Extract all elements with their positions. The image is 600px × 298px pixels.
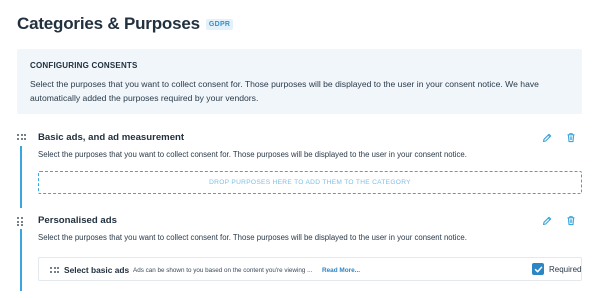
category-basic-ads: Basic ads, and ad measurement Select the… (17, 130, 583, 208)
category-description: Select the purposes that you want to col… (38, 150, 467, 159)
info-text: Select the purposes that you want to col… (30, 79, 539, 103)
checkmark-icon (534, 266, 542, 272)
pencil-icon[interactable] (542, 215, 552, 226)
purpose-name: Select basic ads (64, 265, 130, 275)
required-checkbox[interactable] (532, 263, 544, 275)
category-personalised-ads: Personalised ads Select the purposes tha… (17, 213, 583, 293)
trash-icon[interactable] (566, 132, 576, 143)
category-title: Personalised ads (38, 215, 117, 226)
gdpr-badge: GDPR (205, 18, 234, 30)
drag-handle-icon[interactable] (17, 217, 24, 226)
drag-handle-icon[interactable] (50, 267, 59, 274)
configuring-consents-info: CONFIGURING CONSENTS Select the purposes… (17, 49, 582, 114)
category-title: Basic ads, and ad measurement (38, 132, 185, 143)
info-heading: CONFIGURING CONSENTS (30, 61, 138, 70)
required-label: Required (549, 265, 582, 274)
page-header: Categories & Purposes GDPR (17, 14, 234, 34)
purpose-row[interactable]: Select basic ads Ads can be shown to you… (38, 257, 582, 281)
read-more-link[interactable]: Read More... (322, 267, 360, 274)
drop-zone-label: DROP PURPOSES HERE TO ADD THEM TO THE CA… (209, 179, 411, 186)
purpose-description: Ads can be shown to you based on the con… (133, 267, 313, 274)
category-line (20, 146, 22, 208)
category-line (20, 229, 22, 291)
pencil-icon[interactable] (542, 132, 552, 143)
trash-icon[interactable] (566, 215, 576, 226)
purpose-drop-zone[interactable]: DROP PURPOSES HERE TO ADD THEM TO THE CA… (38, 171, 582, 194)
category-description: Select the purposes that you want to col… (38, 233, 467, 242)
page-title: Categories & Purposes (17, 14, 200, 33)
drag-handle-icon[interactable] (17, 134, 26, 141)
